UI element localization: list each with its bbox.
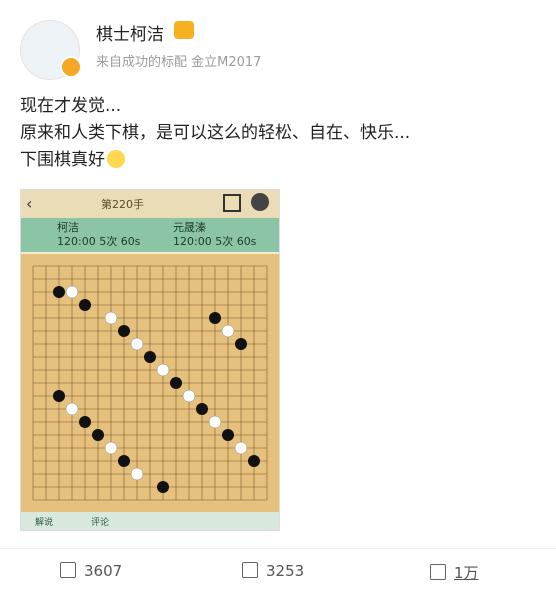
smile-emoji-icon (107, 150, 125, 168)
post-line: 原来和人类下棋，是可以这么的轻松、自在、快乐... (20, 123, 411, 143)
comment-icon (242, 562, 258, 578)
comment-count: 3253 (266, 562, 305, 580)
crown-icon (174, 21, 194, 39)
move-label: 第220手 (101, 198, 144, 211)
tab-commentary: 解说 (35, 518, 54, 528)
player1: 柯洁 120:00 5次 60s (57, 221, 141, 248)
vip-badge-icon (60, 56, 82, 78)
player2: 元晟溱 120:00 5次 60s (173, 221, 257, 248)
username[interactable]: 棋士柯洁 (96, 20, 164, 45)
share-icon (223, 194, 241, 212)
game-screenshot[interactable]: ‹ 第220手 柯洁 120:00 5次 60s 元晟溱 120:00 5次 6… (20, 189, 280, 531)
screenshot-toolbar: ‹ 第220手 (21, 190, 279, 218)
tab-comments: 评论 (91, 518, 110, 528)
players-bar: 柯洁 120:00 5次 60s 元晟溱 120:00 5次 60s (21, 218, 279, 252)
comment-button[interactable]: 3253 (242, 562, 304, 580)
go-board (21, 254, 279, 512)
thumbs-up-icon (430, 564, 446, 580)
like-count: 1万 (454, 564, 479, 582)
post-source: 来自成功的标配 金立M2017 (96, 55, 262, 70)
repost-icon (60, 562, 76, 578)
post-text: 现在才发觉... 原来和人类下棋，是可以这么的轻松、自在、快乐... 下围棋真好 (20, 93, 410, 174)
action-bar: 3607 3253 1万 (0, 548, 556, 593)
like-button[interactable]: 1万 (430, 562, 479, 583)
repost-count: 3607 (84, 562, 123, 580)
repost-button[interactable]: 3607 (60, 562, 122, 580)
screenshot-bottom-tabs: 解说 评论 (21, 512, 279, 530)
post-line: 下围棋真好 (20, 147, 410, 174)
back-arrow-icon: ‹ (26, 194, 33, 213)
post-line: 现在才发觉... (20, 96, 122, 116)
gear-icon (251, 193, 269, 211)
